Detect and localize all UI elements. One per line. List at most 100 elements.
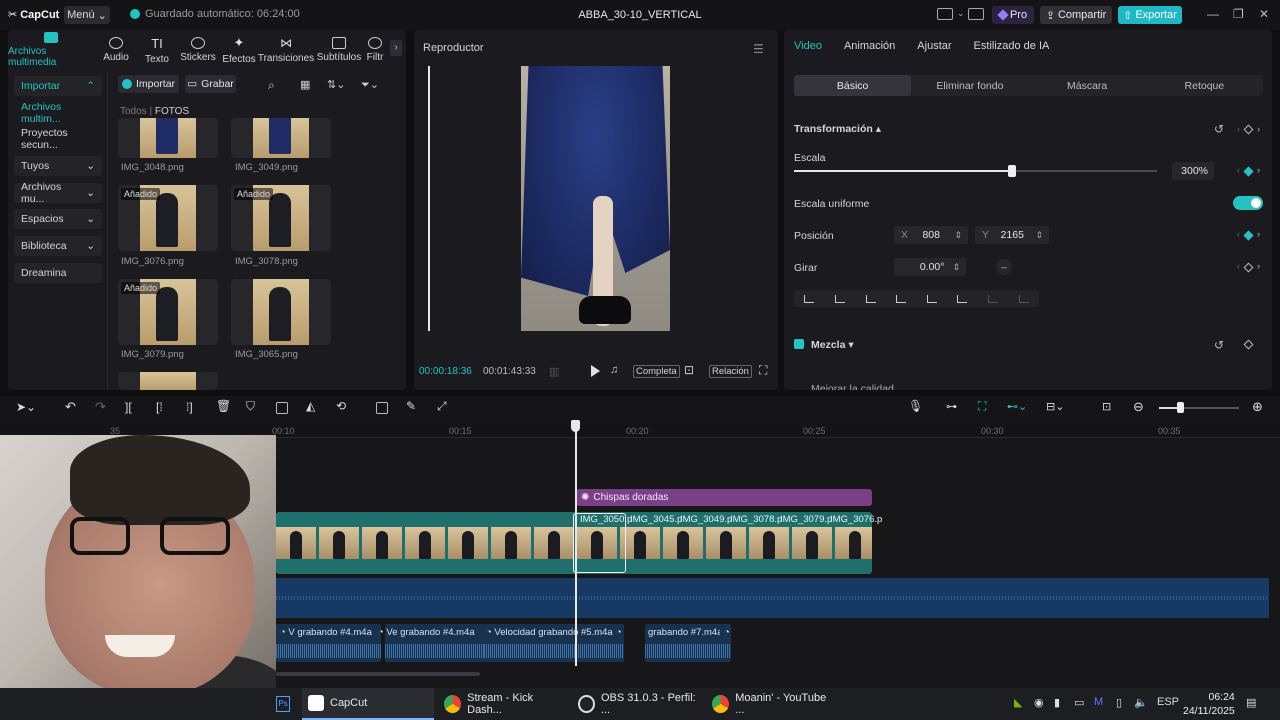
export-button[interactable]: ⇧ Exportar <box>1118 6 1182 24</box>
system-clock[interactable]: 06:24 24/11/2025 <box>1183 690 1235 718</box>
volume-icon[interactable]: 🔈 <box>1134 696 1148 709</box>
video-preview[interactable] <box>521 66 670 331</box>
blend-section[interactable]: Mezcla ▾ <box>811 339 854 351</box>
next-keyframe-icon[interactable]: › <box>1257 124 1260 134</box>
next-keyframe-icon[interactable]: › <box>1257 229 1260 239</box>
undo-icon[interactable]: ↶ <box>65 399 76 415</box>
mic-tray-icon[interactable]: ▮ <box>1054 696 1060 709</box>
import-button[interactable]: Importar <box>118 75 179 93</box>
filter-funnel-icon[interactable]: ⏷⌄ <box>361 78 379 92</box>
task-stream-kick[interactable]: Stream - Kick Dash... <box>438 688 566 720</box>
reset-icon[interactable]: ↺ <box>1214 338 1224 352</box>
shortcuts-icon[interactable] <box>968 8 984 20</box>
align-top-icon[interactable] <box>896 294 907 303</box>
audio-sync-icon[interactable]: ♫ <box>610 364 618 376</box>
align-left-icon[interactable] <box>804 294 815 303</box>
align-right-icon[interactable] <box>865 294 876 303</box>
next-keyframe-icon[interactable]: › <box>1257 165 1260 175</box>
task-obs[interactable]: OBS 31.0.3 - Perfil: ... <box>572 688 700 720</box>
subtab-retouch[interactable]: Retoque <box>1146 75 1263 96</box>
full-quality-button[interactable]: Completa <box>633 365 680 378</box>
stepper-icon[interactable]: ⇕ <box>954 230 962 241</box>
playhead[interactable] <box>575 420 577 666</box>
tab-filters[interactable]: Filtr <box>364 32 386 68</box>
sidebar-item-dreamina[interactable]: Dreamina <box>14 262 102 283</box>
tab-ai-style[interactable]: Estilizado de IA <box>974 40 1050 52</box>
playhead-handle[interactable] <box>571 420 580 432</box>
media-thumb[interactable]: Añadido <box>231 185 331 251</box>
minimize-icon[interactable]: — <box>1207 7 1219 21</box>
align-bottom-icon[interactable] <box>957 294 968 303</box>
maximize-icon[interactable]: ❐ <box>1233 7 1244 21</box>
microphone-icon[interactable]: 🎙 <box>908 399 923 413</box>
align-center-h-icon[interactable] <box>834 294 845 303</box>
crumb-all[interactable]: Todos <box>120 106 147 117</box>
uniform-scale-toggle[interactable] <box>1233 196 1263 210</box>
sidebar-item-media-files-2[interactable]: Archivos mu... ⌄ <box>14 181 102 205</box>
ratio-button[interactable]: Relación <box>709 365 752 378</box>
enhance-quality-section[interactable]: Mejorar la calidad <box>811 383 894 390</box>
prev-keyframe-icon[interactable]: ‹ <box>1237 124 1240 134</box>
selected-clip[interactable] <box>573 513 626 573</box>
subtab-basic[interactable]: Básico <box>794 75 912 96</box>
view-grid-icon[interactable]: ▦ <box>300 78 310 91</box>
tabs-scroll-right-icon[interactable]: › <box>390 40 402 56</box>
position-x-field[interactable]: X 808 ⇕ <box>894 226 968 244</box>
tab-adjust[interactable]: Ajustar <box>917 40 951 52</box>
sidebar-item-media-files[interactable]: Archivos multim... <box>14 101 102 125</box>
language-indicator[interactable]: ESP <box>1157 696 1179 708</box>
tab-text[interactable]: TI Texto <box>138 32 176 68</box>
distribute-h-icon[interactable] <box>988 294 999 303</box>
magic-icon[interactable]: ✎ <box>406 399 416 413</box>
delete-icon[interactable]: 🗑 <box>216 399 231 413</box>
tab-audio[interactable]: Audio <box>94 32 138 68</box>
tab-stickers[interactable]: Stickers <box>176 32 220 68</box>
media-thumb[interactable] <box>118 118 218 158</box>
zoom-slider-handle[interactable] <box>1177 402 1184 413</box>
tray-app-icon[interactable]: ◉ <box>1034 696 1044 709</box>
player-menu-icon[interactable]: ☰ <box>753 42 764 56</box>
subtab-remove-bg[interactable]: Eliminar fondo <box>911 75 1028 96</box>
media-thumb[interactable]: Añadido <box>118 279 218 345</box>
search-icon[interactable]: ⌕ <box>268 78 275 93</box>
select-tool-icon[interactable]: ➤⌄ <box>16 400 36 414</box>
focus-icon[interactable]: ⊡ <box>684 363 694 377</box>
media-thumb[interactable] <box>231 118 331 158</box>
preview-axis-icon[interactable]: ⊡ <box>1102 400 1111 413</box>
timeline-grid-icon[interactable]: ▥ <box>549 365 559 378</box>
blend-checkbox[interactable] <box>794 339 804 349</box>
stepper-icon[interactable]: ⇕ <box>1035 230 1043 241</box>
close-icon[interactable]: ✕ <box>1259 7 1269 21</box>
pro-button[interactable]: Pro <box>992 6 1034 24</box>
position-y-field[interactable]: Y 2165 ⇕ <box>975 226 1049 244</box>
tab-effects[interactable]: ✦ Efectos <box>220 32 258 68</box>
scale-value[interactable]: 300% <box>1172 162 1214 180</box>
tab-animation[interactable]: Animación <box>844 40 895 52</box>
zoom-in-icon[interactable]: ⊕ <box>1252 399 1263 415</box>
magnet-icon[interactable]: ⛶ <box>978 399 986 414</box>
enhance-icon[interactable]: ⤢ <box>437 399 447 414</box>
media-thumb[interactable] <box>231 279 331 345</box>
device-icon[interactable]: ▭ <box>1074 696 1084 709</box>
split-left-icon[interactable]: [⁞ <box>156 400 163 414</box>
sidebar-item-import[interactable]: Importar ⌃ <box>14 76 102 96</box>
sidebar-item-subprojects[interactable]: Proyectos secun... <box>14 127 102 151</box>
record-button[interactable]: ▭ Grabar <box>185 75 236 93</box>
redo-icon[interactable]: ↷ <box>95 399 106 415</box>
effect-clip[interactable]: ✺ Chispas doradas <box>576 489 872 506</box>
meta-icon[interactable]: M <box>1094 696 1103 708</box>
sort-icon[interactable]: ⇅⌄ <box>327 78 345 91</box>
tab-subtitles[interactable]: Subtítulos <box>314 32 364 68</box>
split-right-icon[interactable]: ⁞] <box>186 400 193 414</box>
stepper-icon[interactable]: ⇕ <box>952 262 960 273</box>
fullscreen-icon[interactable]: ⛶ <box>759 363 767 378</box>
notifications-icon[interactable]: ▤ <box>1246 696 1256 709</box>
sidebar-item-spaces[interactable]: Espacios ⌄ <box>14 209 102 230</box>
transform-section[interactable]: Transformación ▴ <box>794 123 881 135</box>
media-thumb[interactable]: Añadido <box>118 185 218 251</box>
layout-icon[interactable] <box>937 8 953 20</box>
split-icon[interactable]: ][ <box>125 400 132 414</box>
split-view-icon[interactable]: ⊟⌄ <box>1046 400 1064 413</box>
snap-link-icon[interactable]: ⊷⌄ <box>1007 400 1027 413</box>
rotate-icon[interactable]: ⟲ <box>336 399 346 413</box>
